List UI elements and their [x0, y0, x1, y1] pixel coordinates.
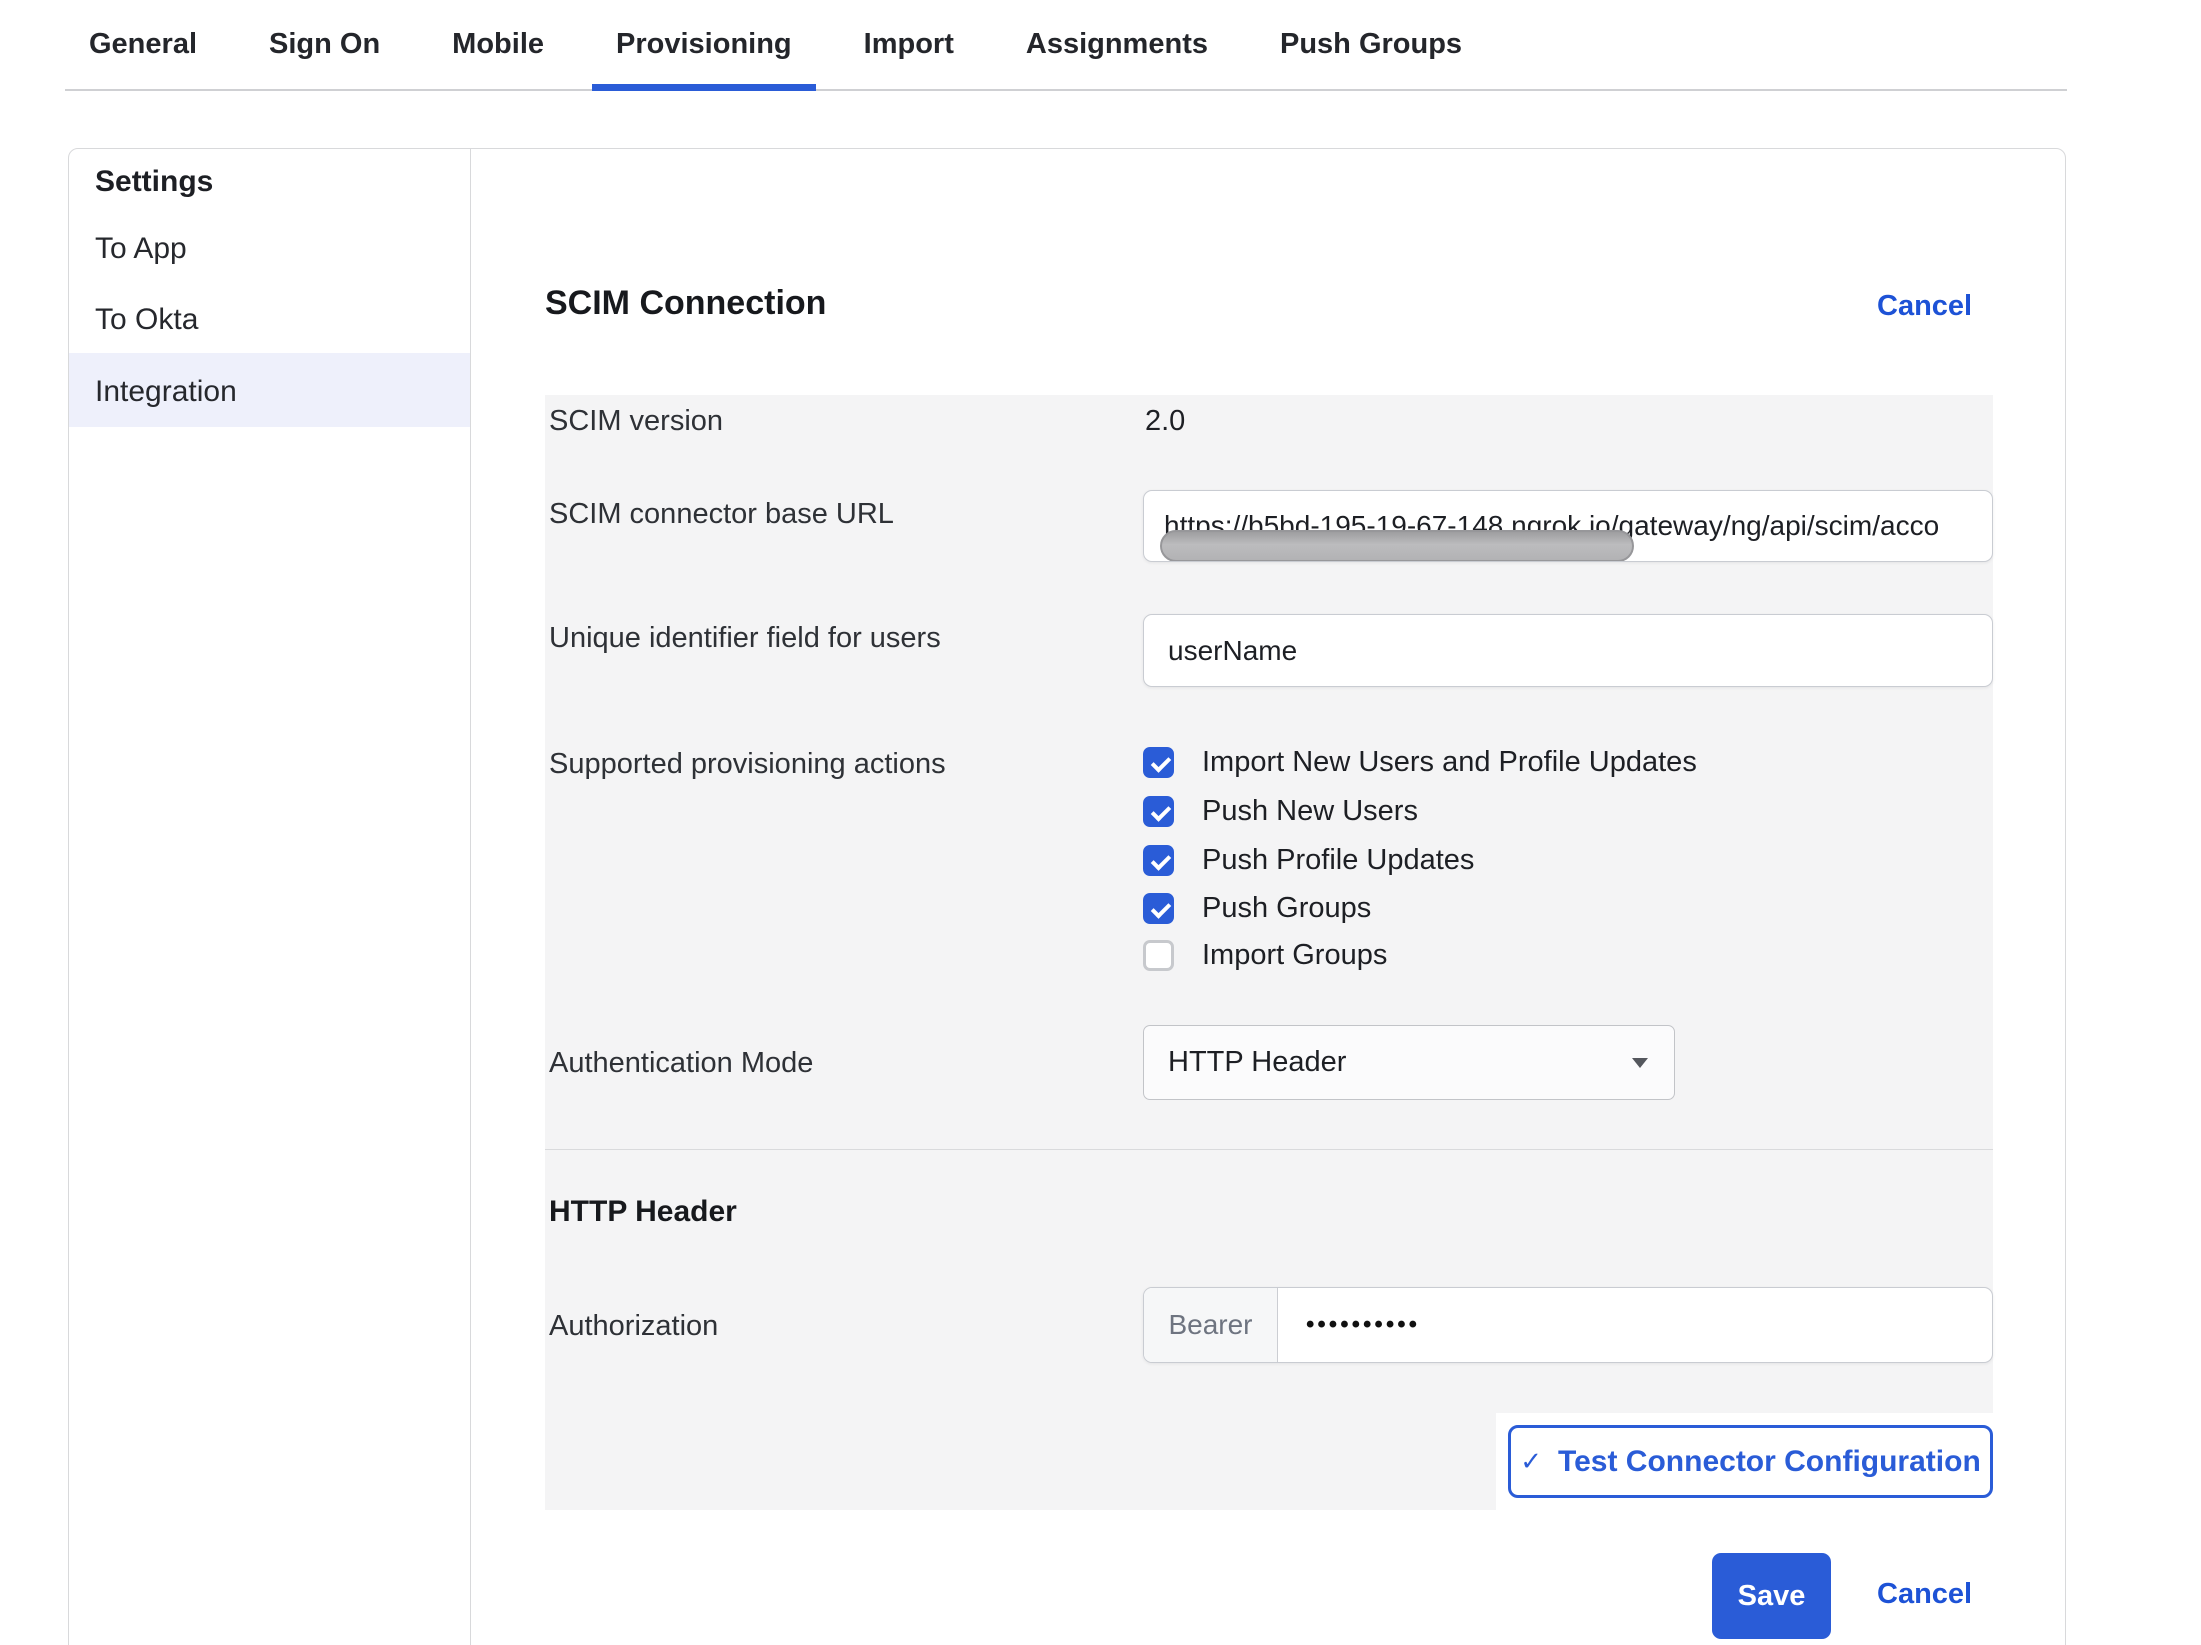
checkbox-label: Push Groups	[1202, 892, 1371, 925]
sidebar-title: Settings	[95, 165, 213, 199]
checkbox-label: Push Profile Updates	[1202, 844, 1474, 877]
cancel-link-top[interactable]: Cancel	[1877, 290, 1972, 323]
redaction-bar	[1160, 530, 1634, 562]
unique-id-label: Unique identifier field for users	[549, 622, 941, 655]
checkbox-row-push-new-users[interactable]: Push New Users	[1143, 794, 1418, 828]
test-connector-button-wrapper: ✓ Test Connector Configuration	[1496, 1413, 2005, 1510]
scim-settings-panel: SCIM version 2.0 SCIM connector base URL…	[545, 395, 1993, 1510]
auth-mode-label: Authentication Mode	[549, 1047, 813, 1080]
authorization-input-group: Bearer ••••••••••	[1143, 1287, 1993, 1363]
page-title: SCIM Connection	[545, 284, 826, 323]
unique-id-input[interactable]: userName	[1143, 614, 1993, 687]
sidebar-item-to-app[interactable]: To App	[95, 232, 187, 266]
base-url-input[interactable]: https://b5bd-195-19-67-148.ngrok.io/gate…	[1143, 490, 1993, 562]
provisioning-actions-label: Supported provisioning actions	[549, 748, 946, 781]
base-url-text: https://b5bd-195-19-67-148.ngrok.io/gate…	[1144, 510, 1939, 542]
scim-version-label: SCIM version	[549, 405, 723, 438]
checkbox-label: Import Groups	[1202, 939, 1387, 972]
chevron-down-icon	[1632, 1058, 1648, 1068]
bearer-token-input[interactable]: ••••••••••	[1278, 1288, 1992, 1362]
cancel-link-bottom[interactable]: Cancel	[1877, 1578, 1972, 1611]
auth-mode-select[interactable]: HTTP Header	[1143, 1025, 1675, 1100]
checkbox-push-profile-updates[interactable]	[1143, 845, 1174, 876]
scim-version-value: 2.0	[1145, 405, 1185, 438]
checkbox-import-groups[interactable]	[1143, 940, 1174, 971]
test-connector-button[interactable]: ✓ Test Connector Configuration	[1508, 1425, 1993, 1498]
checkbox-push-new-users[interactable]	[1143, 796, 1174, 827]
checkbox-label: Push New Users	[1202, 795, 1418, 828]
tab-mobile[interactable]: Mobile	[428, 0, 568, 89]
test-connector-button-label: Test Connector Configuration	[1558, 1445, 1981, 1479]
save-button[interactable]: Save	[1712, 1553, 1831, 1639]
tab-general[interactable]: General	[65, 0, 221, 89]
checkbox-import-new-users[interactable]	[1143, 747, 1174, 778]
tab-assignments[interactable]: Assignments	[1002, 0, 1232, 89]
bearer-prefix: Bearer	[1144, 1288, 1278, 1362]
sidebar-item-integration[interactable]: Integration	[95, 375, 237, 409]
http-header-section-title: HTTP Header	[549, 1195, 737, 1229]
base-url-visible-text: /gateway/ng/api/scim/acco	[1611, 510, 1939, 541]
tab-sign-on[interactable]: Sign On	[245, 0, 404, 89]
tab-import[interactable]: Import	[840, 0, 978, 89]
section-divider	[545, 1149, 1993, 1150]
unique-id-value: userName	[1144, 635, 1297, 667]
checkbox-row-push-profile-updates[interactable]: Push Profile Updates	[1143, 843, 1474, 877]
tab-provisioning[interactable]: Provisioning	[592, 0, 816, 89]
checkbox-row-import-new-users[interactable]: Import New Users and Profile Updates	[1143, 745, 1697, 779]
sidebar-item-to-okta[interactable]: To Okta	[95, 303, 198, 337]
checkbox-row-import-groups[interactable]: Import Groups	[1143, 938, 1387, 972]
check-icon: ✓	[1520, 1446, 1542, 1477]
base-url-label: SCIM connector base URL	[549, 498, 894, 531]
app-tab-bar: General Sign On Mobile Provisioning Impo…	[65, 0, 2067, 91]
provisioning-settings-page: General Sign On Mobile Provisioning Impo…	[0, 0, 2201, 1645]
authorization-label: Authorization	[549, 1310, 718, 1343]
checkbox-row-push-groups[interactable]: Push Groups	[1143, 891, 1371, 925]
auth-mode-value: HTTP Header	[1168, 1046, 1346, 1079]
checkbox-label: Import New Users and Profile Updates	[1202, 746, 1697, 779]
tab-push-groups[interactable]: Push Groups	[1256, 0, 1486, 89]
checkbox-push-groups[interactable]	[1143, 893, 1174, 924]
